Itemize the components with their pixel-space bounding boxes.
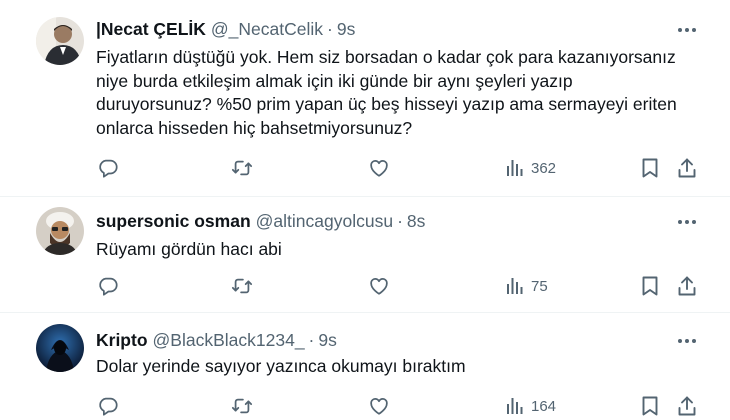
- author-name[interactable]: |Necat ÇELİK: [96, 19, 206, 40]
- tweet[interactable]: |Necat ÇELİK @_NecatCelik · 9s Fiyatları…: [0, 0, 730, 196]
- share-button[interactable]: [677, 273, 697, 299]
- bookmark-icon: [640, 275, 660, 297]
- author-handle[interactable]: @BlackBlack1234_: [153, 330, 305, 351]
- tweet-header: |Necat ÇELİK @_NecatCelik · 9s: [96, 17, 355, 41]
- bookmark-button[interactable]: [640, 273, 660, 299]
- like-button[interactable]: [368, 155, 390, 181]
- views-button[interactable]: 362: [505, 155, 556, 181]
- author-handle[interactable]: @_NecatCelik: [211, 19, 323, 40]
- share-button[interactable]: [677, 393, 697, 419]
- action-bar: 164: [0, 393, 730, 419]
- more-options-button[interactable]: [672, 330, 702, 350]
- timestamp[interactable]: 9s: [318, 330, 336, 351]
- tweet-text-line: Rüyamı gördün hacı abi: [96, 239, 282, 259]
- more-horizontal-icon: [677, 20, 697, 38]
- reply-icon: [97, 275, 119, 297]
- avatar[interactable]: [36, 324, 84, 372]
- tweet-text-line: niye burda etkileşim almak için iki günd…: [96, 70, 573, 91]
- separator-dot: ·: [327, 18, 333, 39]
- tweet[interactable]: supersonic osman @altincagyolcusu · 8s R…: [0, 197, 730, 312]
- separator-dot: ·: [397, 210, 403, 231]
- reply-button[interactable]: [97, 393, 119, 419]
- views-count: 362: [531, 159, 557, 177]
- tweet-text-line: onlarca hisseden hiç bahsetmiyorsunuz?: [96, 117, 413, 138]
- tweet-header: supersonic osman @altincagyolcusu · 8s: [96, 209, 425, 233]
- views-count: 75: [531, 277, 548, 295]
- author-name[interactable]: Kripto: [96, 330, 148, 351]
- bookmark-button[interactable]: [640, 393, 660, 419]
- share-icon: [677, 157, 697, 179]
- tweet[interactable]: Kripto @BlackBlack1234_ · 9s Dolar yerin…: [0, 313, 730, 420]
- bookmark-icon: [640, 395, 660, 417]
- author-handle[interactable]: @altincagyolcusu: [256, 211, 393, 232]
- reply-button[interactable]: [97, 155, 119, 181]
- avatar[interactable]: [36, 207, 84, 255]
- share-icon: [677, 275, 697, 297]
- tweet-text: Fiyatların düştüğü yok. Hem siz borsadan…: [96, 46, 716, 140]
- retweet-icon: [231, 157, 253, 179]
- tweet-text: Dolar yerinde sayıyor yazınca okumayı bı…: [96, 355, 716, 379]
- like-icon: [368, 157, 390, 179]
- like-icon: [368, 275, 390, 297]
- tweet-text-line: duruyorsunuz? %50 prim yapan üç beş hiss…: [96, 94, 677, 114]
- views-icon: [505, 158, 525, 178]
- timestamp[interactable]: 8s: [407, 211, 425, 232]
- tweet-text-line: Fiyatların düştüğü yok. Hem siz borsadan…: [96, 47, 676, 67]
- action-bar: 75: [0, 273, 730, 299]
- views-button[interactable]: 75: [505, 273, 548, 299]
- reply-button[interactable]: [97, 273, 119, 299]
- more-options-button[interactable]: [672, 211, 702, 231]
- bookmark-icon: [640, 157, 660, 179]
- views-button[interactable]: 164: [505, 393, 556, 419]
- retweet-button[interactable]: [231, 393, 253, 419]
- tweet-text: Rüyamı gördün hacı abi: [96, 238, 716, 262]
- bookmark-button[interactable]: [640, 155, 660, 181]
- tweet-text-line: Dolar yerinde sayıyor yazınca okumayı bı…: [96, 356, 466, 376]
- like-icon: [368, 395, 390, 417]
- reply-icon: [97, 157, 119, 179]
- retweet-button[interactable]: [231, 155, 253, 181]
- separator-dot: ·: [308, 329, 315, 350]
- timestamp[interactable]: 9s: [337, 19, 355, 40]
- like-button[interactable]: [368, 273, 390, 299]
- retweet-button[interactable]: [231, 273, 253, 299]
- more-horizontal-icon: [677, 331, 697, 349]
- reply-icon: [97, 395, 119, 417]
- views-icon: [505, 396, 525, 416]
- like-button[interactable]: [368, 393, 390, 419]
- author-name[interactable]: supersonic osman: [96, 211, 251, 232]
- tweet-header: Kripto @BlackBlack1234_ · 9s: [96, 328, 337, 352]
- avatar[interactable]: [36, 17, 84, 65]
- action-bar: 362: [0, 155, 730, 181]
- views-icon: [505, 276, 525, 296]
- views-count: 164: [531, 397, 557, 415]
- share-icon: [677, 395, 697, 417]
- more-options-button[interactable]: [672, 19, 702, 39]
- share-button[interactable]: [677, 155, 697, 181]
- retweet-icon: [231, 395, 253, 417]
- retweet-icon: [231, 275, 253, 297]
- more-horizontal-icon: [677, 212, 697, 230]
